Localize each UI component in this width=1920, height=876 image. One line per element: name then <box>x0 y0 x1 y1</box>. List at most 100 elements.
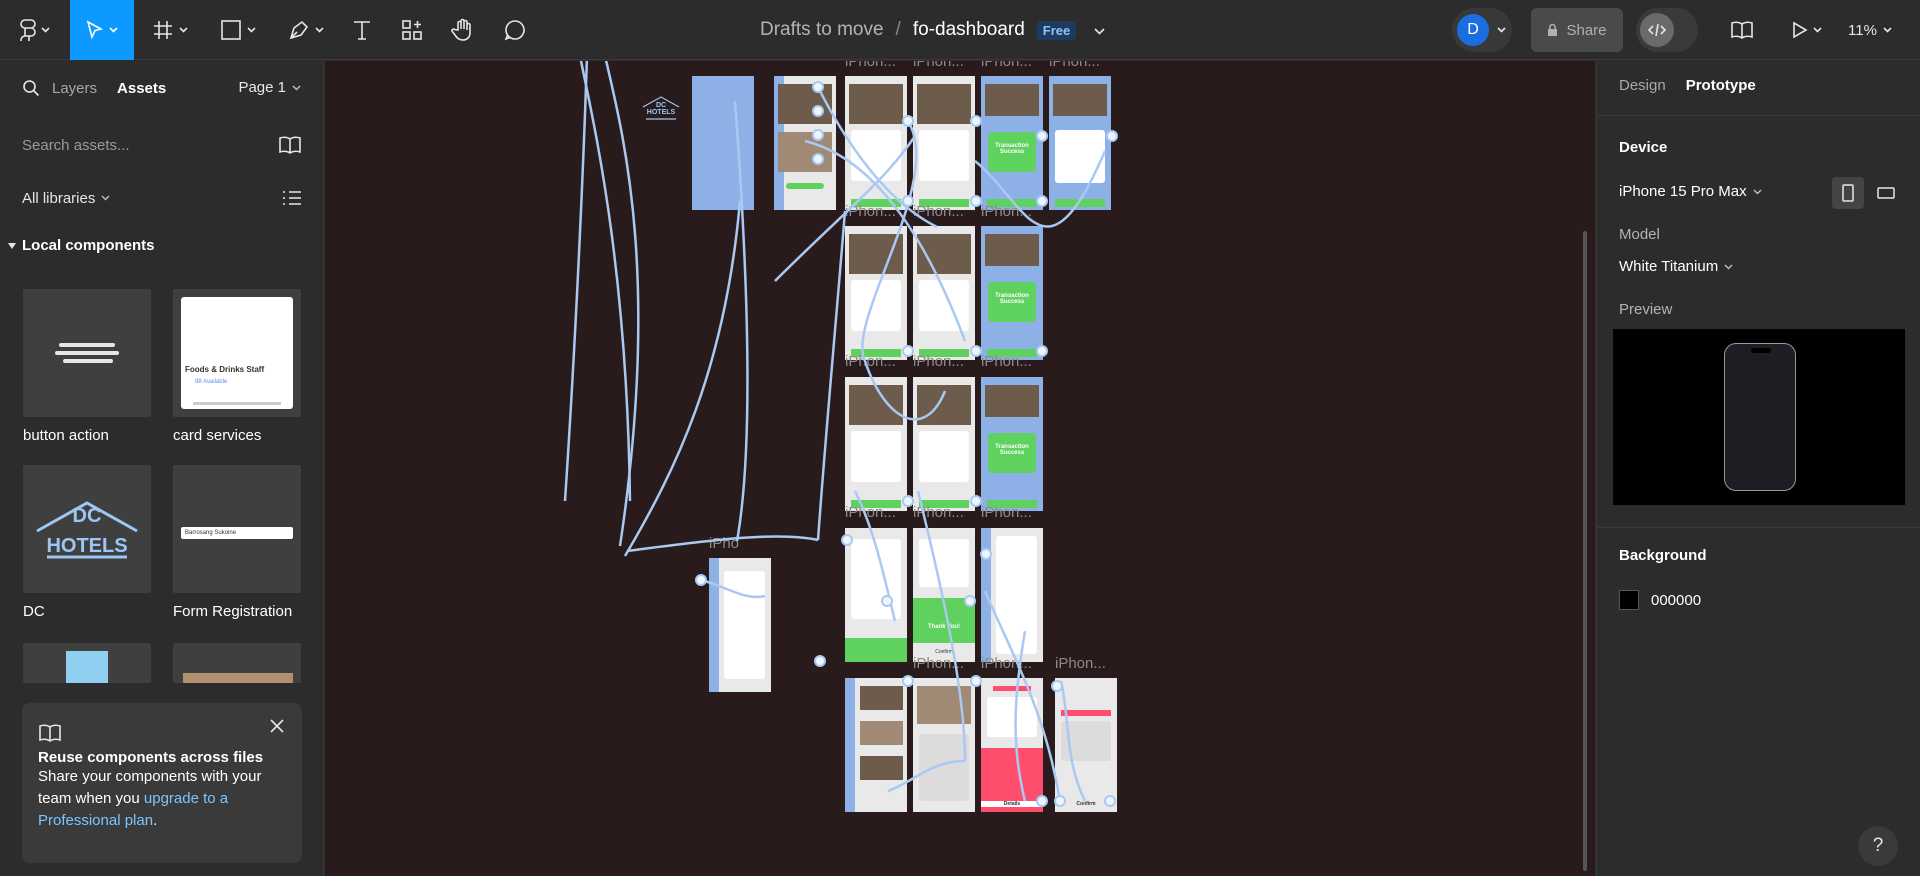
frame-admin-list[interactable] <box>709 558 771 692</box>
code-icon <box>1648 23 1666 37</box>
frame-blue-panel[interactable] <box>692 76 754 210</box>
frame-label: iPhon... <box>913 504 964 521</box>
tab-layers[interactable]: Layers <box>52 80 97 97</box>
frame-thank-you[interactable]: Thank You! Confirm <box>913 528 975 662</box>
tab-assets[interactable]: Assets <box>117 80 166 97</box>
details-text: Details <box>981 801 1043 808</box>
share-button[interactable]: Share <box>1531 8 1623 52</box>
canvas-logo-hotels: HOTELS <box>646 109 676 116</box>
frame-detail-form[interactable] <box>913 678 975 812</box>
image-block <box>848 84 904 125</box>
left-panel: Layers Assets Page 1 All libraries Local… <box>0 61 324 876</box>
background-fill-row[interactable]: 000000 <box>1619 590 1701 610</box>
resources-tool-button[interactable] <box>392 0 432 60</box>
local-components-header[interactable]: Local components <box>8 237 155 254</box>
canvas-logo-dc: DC <box>655 102 667 109</box>
image-block <box>848 385 904 426</box>
help-button[interactable]: ? <box>1858 826 1898 866</box>
close-tip-button[interactable] <box>270 719 284 736</box>
chevron-down-icon <box>1753 188 1762 195</box>
hand-tool-button[interactable] <box>442 0 484 60</box>
frame-success[interactable]: Transaction Success <box>981 226 1043 360</box>
device-dropdown[interactable]: iPhone 15 Pro Max <box>1619 183 1762 200</box>
frame-label: iPhon... <box>913 655 964 672</box>
frame-form[interactable] <box>845 528 907 662</box>
model-value: White Titanium <box>1619 258 1719 275</box>
frame-admin-list[interactable] <box>981 528 1043 662</box>
tab-prototype[interactable]: Prototype <box>1686 77 1756 94</box>
frame-room-detail[interactable] <box>913 76 975 210</box>
color-swatch[interactable] <box>1619 590 1639 610</box>
frame-label: iPhon... <box>981 61 1032 70</box>
avatar: D <box>1457 14 1489 46</box>
file-name[interactable]: fo-dashboard <box>913 19 1025 41</box>
frame-alert[interactable]: Details <box>981 678 1043 812</box>
canvas-scrollbar[interactable] <box>1583 231 1587 871</box>
book-open-icon[interactable] <box>278 135 302 155</box>
pen-tool-button[interactable] <box>280 0 332 60</box>
tab-design[interactable]: Design <box>1619 77 1666 94</box>
search-assets-input[interactable] <box>22 136 262 154</box>
confirm-text: Confirm <box>1076 801 1096 808</box>
frame-success[interactable]: Transaction Success <box>981 377 1043 511</box>
component-tile[interactable] <box>23 643 153 683</box>
form-card <box>919 734 969 802</box>
library-filter: All libraries <box>22 183 302 213</box>
plan-badge[interactable]: Free <box>1036 20 1077 40</box>
frame-gallery[interactable] <box>845 678 907 812</box>
chevron-down-icon <box>1724 263 1733 270</box>
component-thumbnail <box>173 643 301 683</box>
present-button[interactable] <box>1782 0 1832 60</box>
all-libraries-dropdown[interactable]: All libraries <box>22 190 95 207</box>
comment-tool-button[interactable] <box>494 0 536 60</box>
divider <box>1597 527 1920 528</box>
chevron-down-icon <box>179 27 188 33</box>
search-icon[interactable] <box>22 79 40 97</box>
frame-confirm[interactable]: Confirm <box>1055 678 1117 812</box>
text-tool-button[interactable] <box>342 0 382 60</box>
component-tile[interactable]: button action <box>23 289 153 444</box>
frame-receipt[interactable] <box>1049 76 1111 210</box>
image-block <box>859 720 904 745</box>
logo-frame[interactable]: DC HOTELS <box>641 93 681 123</box>
file-menu-button[interactable] <box>1094 19 1105 41</box>
background-heading: Background <box>1619 547 1707 564</box>
component-tile[interactable] <box>173 643 303 683</box>
move-tool-button[interactable] <box>70 0 134 60</box>
component-tile[interactable]: Barrosang Sukoine Form Registration <box>173 465 303 620</box>
component-name: button action <box>23 427 109 444</box>
frame-success[interactable]: Transaction Success <box>981 76 1043 210</box>
main-menu-button[interactable] <box>10 0 60 60</box>
frame-room-detail[interactable] <box>845 76 907 210</box>
project-name[interactable]: Drafts to move <box>760 19 884 41</box>
component-thumbnail <box>23 643 151 683</box>
frame-room-detail[interactable] <box>845 377 907 511</box>
frame-tool-button[interactable] <box>144 0 196 60</box>
form-card <box>851 538 901 620</box>
library-button[interactable] <box>1722 0 1762 60</box>
frame-room-detail[interactable] <box>913 226 975 360</box>
model-dropdown[interactable]: White Titanium <box>1619 258 1733 275</box>
frame-room-detail[interactable] <box>845 226 907 360</box>
zoom-level: 11% <box>1848 21 1877 39</box>
background-value[interactable]: 000000 <box>1651 592 1701 609</box>
canvas[interactable]: DC HOTELS iPhon... iPhon... iPhon... Tra… <box>325 61 1595 876</box>
share-label: Share <box>1566 21 1607 39</box>
frame-room-detail[interactable] <box>913 377 975 511</box>
chevron-down-icon <box>1813 27 1822 33</box>
list-view-icon[interactable] <box>282 189 302 207</box>
card-preview-title: Foods & Drinks Staff <box>185 365 265 374</box>
frame-label: iPho <box>709 535 740 552</box>
frame-dashboard[interactable] <box>774 76 836 210</box>
dev-mode-toggle[interactable] <box>1636 8 1698 52</box>
logo-text-dc: DC <box>72 505 102 527</box>
zoom-control[interactable]: 11% <box>1848 0 1892 60</box>
landscape-button[interactable] <box>1870 177 1902 209</box>
shape-tool-button[interactable] <box>212 0 264 60</box>
component-tile[interactable]: DC HOTELS DC <box>23 465 153 620</box>
component-tile[interactable]: Foods & Drinks Staff 98 Available card s… <box>173 289 303 444</box>
portrait-button[interactable] <box>1832 177 1864 209</box>
phone-mockup <box>1724 343 1796 491</box>
user-menu[interactable]: D <box>1452 8 1512 52</box>
page-selector[interactable]: Page 1 <box>238 79 301 96</box>
